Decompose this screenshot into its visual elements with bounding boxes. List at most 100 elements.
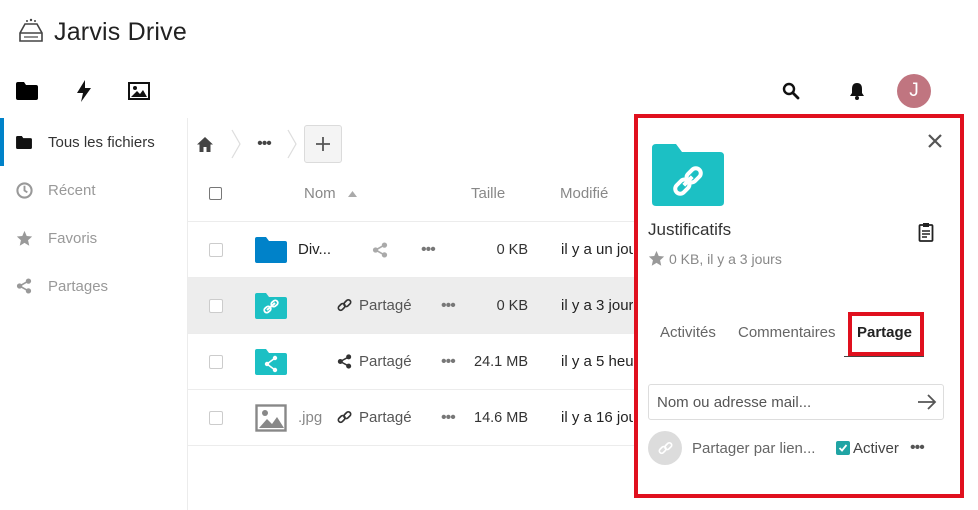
sort-arrow-icon: [347, 190, 357, 197]
share-label: Partagé: [359, 297, 412, 314]
search-icon: [782, 82, 800, 100]
bell-icon: [849, 82, 865, 100]
breadcrumb-separator: [228, 124, 244, 164]
home-icon: [196, 136, 214, 153]
file-modified: il y a 3 jours: [561, 297, 633, 314]
app-activity[interactable]: [72, 78, 128, 104]
link-folder-icon: [652, 144, 724, 206]
file-row[interactable]: Partagé ••• 24.1 MB il y a 5 heures: [188, 334, 640, 390]
shared-folder-icon: [255, 348, 287, 375]
arrow-right-icon[interactable]: [917, 393, 937, 411]
share-icon: [337, 354, 352, 369]
sidebar-item-label: Partages: [48, 277, 109, 295]
copy-permalink-button[interactable]: [918, 222, 934, 242]
folder-icon: [16, 82, 38, 100]
user-menu[interactable]: J: [890, 72, 938, 110]
row-checkbox[interactable]: [209, 410, 223, 425]
share-icon: [16, 278, 48, 294]
folder-icon: [255, 236, 287, 263]
row-checkbox[interactable]: [209, 354, 223, 369]
drive-icon: [16, 17, 46, 47]
details-meta-text: 0 KB, il y a 3 jours: [669, 250, 782, 267]
share-status[interactable]: Partagé: [337, 390, 412, 445]
header-actions: J: [758, 72, 938, 110]
enable-link-checkbox[interactable]: Activer: [836, 430, 899, 466]
sidebar-item-label: Récent: [48, 181, 96, 199]
details-sidebar: Justificatifs 0 KB, il y a 3 jours Activ…: [634, 114, 964, 498]
share-label: Partagé: [359, 409, 412, 426]
row-checkbox[interactable]: [209, 242, 223, 257]
details-meta: 0 KB, il y a 3 jours: [648, 250, 782, 267]
enable-link-label: Activer: [853, 439, 899, 457]
sidebar: Tous les fichiers Récent Favoris Partage…: [0, 118, 188, 310]
file-name: .jpg: [298, 409, 323, 426]
image-icon: [128, 82, 150, 100]
sidebar-item-label: Tous les fichiers: [48, 133, 155, 151]
search-button[interactable]: [758, 72, 824, 110]
share-button[interactable]: [372, 222, 388, 277]
share-status[interactable]: Partagé: [337, 278, 412, 333]
breadcrumb-more[interactable]: •••: [244, 124, 284, 164]
tab-activities[interactable]: Activités: [660, 312, 716, 352]
details-tabs: Activités Commentaires Partage: [638, 312, 960, 357]
sort-by-name[interactable]: Nom: [304, 166, 357, 221]
link-avatar: [648, 431, 682, 465]
image-file-icon: [255, 403, 287, 432]
sidebar-item-favorites[interactable]: Favoris: [0, 214, 188, 262]
app-gallery[interactable]: [128, 78, 184, 104]
breadcrumb: •••: [196, 124, 342, 164]
share-link-label: Partager par lien...: [692, 439, 816, 457]
file-size: 14.6 MB: [474, 409, 528, 426]
breadcrumb-home[interactable]: [196, 124, 228, 164]
clipboard-icon: [918, 222, 934, 242]
row-actions-button[interactable]: •••: [421, 222, 436, 277]
link-icon: [337, 410, 352, 425]
sort-by-size[interactable]: Taille: [471, 166, 505, 221]
file-modified: il y a 16 jours: [561, 409, 633, 426]
link-icon: [337, 298, 352, 313]
app-files[interactable]: [16, 78, 72, 104]
star-icon: [16, 230, 48, 247]
column-name-label: Nom: [304, 185, 336, 202]
close-icon: [928, 134, 942, 148]
clock-icon: [16, 181, 48, 199]
avatar: J: [897, 74, 931, 108]
app-brand[interactable]: Jarvis Drive: [16, 14, 187, 50]
tab-comments[interactable]: Commentaires: [738, 312, 836, 352]
sidebar-item-shares[interactable]: Partages: [0, 262, 188, 310]
sidebar-item-all-files[interactable]: Tous les fichiers: [0, 118, 188, 166]
tab-highlight: [848, 312, 924, 356]
file-size: 0 KB: [496, 297, 528, 314]
share-with-input[interactable]: Nom ou adresse mail...: [648, 384, 944, 420]
file-name: Div...: [298, 241, 332, 258]
breadcrumb-separator: [284, 124, 300, 164]
sort-by-modified[interactable]: Modifié: [560, 166, 608, 221]
new-button[interactable]: [304, 125, 342, 163]
share-icon: [372, 241, 388, 258]
notifications-button[interactable]: [824, 72, 890, 110]
share-input-placeholder: Nom ou adresse mail...: [657, 393, 812, 411]
file-row[interactable]: Partagé ••• 0 KB il y a 3 jours: [188, 278, 640, 334]
plus-icon: [316, 137, 330, 151]
share-link-menu-button[interactable]: •••: [910, 430, 925, 466]
column-size-label: Taille: [471, 185, 506, 202]
file-list-header: Nom Taille Modifié: [188, 166, 640, 222]
star-icon[interactable]: [648, 250, 669, 267]
app-title: Jarvis Drive: [54, 17, 187, 46]
lightning-icon: [72, 80, 92, 102]
share-label: Partagé: [359, 353, 412, 370]
app-menu: [16, 78, 184, 104]
share-status[interactable]: Partagé: [337, 334, 412, 389]
sidebar-item-recent[interactable]: Récent: [0, 166, 188, 214]
link-folder-icon: [255, 292, 287, 319]
select-all-checkbox[interactable]: [209, 187, 222, 200]
row-checkbox[interactable]: [209, 298, 223, 313]
tab-active-indicator: [844, 356, 924, 357]
sidebar-item-label: Favoris: [48, 229, 98, 247]
share-link-row: Partager par lien... Activer •••: [648, 430, 944, 466]
file-row[interactable]: .jpg Partagé ••• 14.6 MB il y a 16 jours: [188, 390, 640, 446]
file-row[interactable]: Div... ••• 0 KB il y a un jour: [188, 222, 640, 278]
link-icon: [658, 441, 673, 456]
file-size: 0 KB: [496, 241, 528, 258]
close-button[interactable]: [928, 134, 942, 148]
